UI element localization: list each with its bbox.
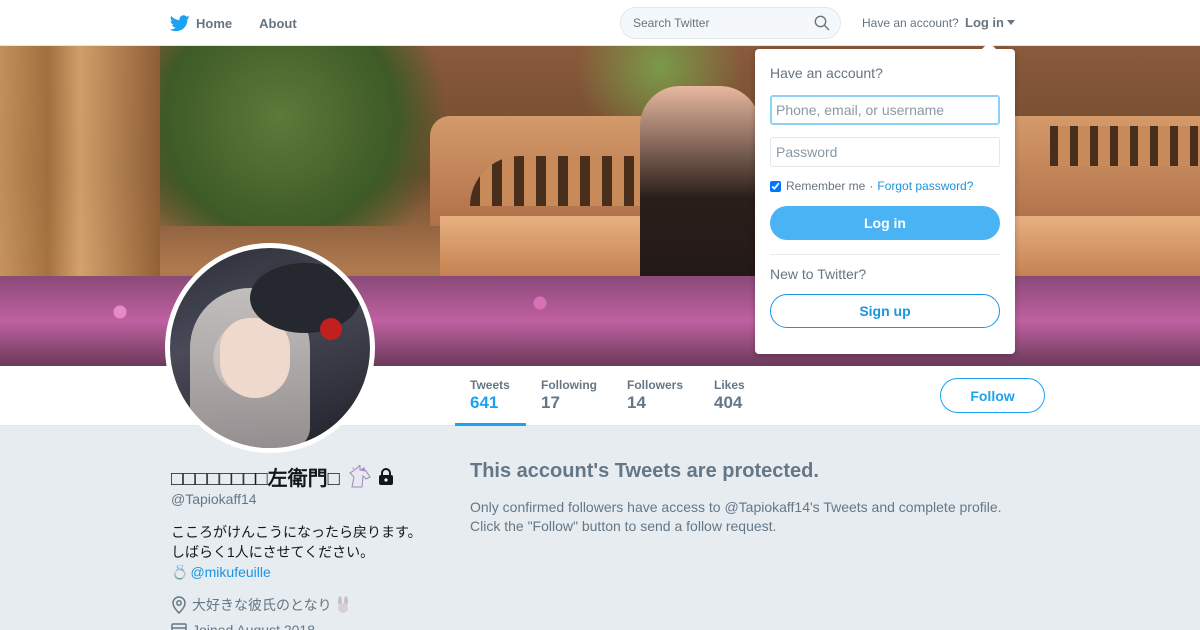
avatar-hat (250, 263, 360, 333)
profile-name[interactable]: □□□□□□□□左衛門□ (171, 462, 394, 491)
bio-line: こころがけんこうになったら戻ります。 (171, 524, 422, 540)
nav-home-label: Home (196, 15, 233, 31)
login-panel-title: Have an account? (770, 65, 883, 81)
profile-name-text: □□□□□□□□左衛門□ (171, 468, 340, 490)
divider (770, 254, 1000, 255)
tab-likes[interactable]: Likes 404 (699, 366, 760, 426)
protected-message: Only confirmed followers have access to … (470, 498, 1030, 536)
forgot-password-link[interactable]: Forgot password? (877, 179, 973, 193)
nav-home[interactable]: Home (170, 14, 233, 32)
lock-icon (378, 468, 393, 485)
signup-button[interactable]: Sign up (770, 294, 1000, 328)
bio-line: しばらく1人にさせてください。 (171, 544, 375, 560)
protected-title: This account's Tweets are protected. (470, 460, 819, 482)
calendar-icon (171, 623, 187, 630)
protected-line: Only confirmed followers have access to … (470, 499, 1002, 515)
profile-bio: こころがけんこうになったら戻ります。 しばらく1人にさせてください。 💍 @mi… (171, 522, 422, 582)
mention-link[interactable]: @mikufeuille (190, 562, 270, 582)
avatar-face (220, 318, 290, 398)
login-dropdown: Have an account? Remember me · Forgot pa… (755, 42, 1015, 354)
nav-about-label: About (259, 15, 297, 31)
caret-down-icon (1007, 20, 1015, 25)
new-to-twitter-text: New to Twitter? (770, 266, 867, 282)
protected-line: Click the "Follow" button to send a foll… (470, 518, 777, 534)
stat-label: Likes (714, 378, 745, 392)
stat-label: Followers (627, 378, 684, 392)
nav-left: Home About (170, 0, 324, 46)
stat-label: Tweets (470, 378, 510, 392)
tab-following[interactable]: Following 17 (526, 366, 612, 426)
profile-handle[interactable]: @Tapiokaff14 (171, 491, 257, 507)
stat-value: 641 (470, 393, 499, 412)
ring-icon: 💍 (171, 564, 189, 580)
twitter-bird-icon (170, 14, 190, 31)
search-box[interactable] (620, 7, 841, 39)
banner-foliage (160, 46, 460, 226)
location-text: 大好きな彼氏のとなり (192, 597, 332, 613)
profile-location: 大好きな彼氏のとなり (171, 595, 357, 615)
stat-value: 14 (627, 393, 646, 412)
search-icon[interactable] (814, 15, 830, 31)
login-toggle-label: Log in (965, 15, 1004, 30)
avatar[interactable] (165, 243, 375, 453)
top-navigation-bar: Home About Have an account? Log in (0, 0, 1200, 46)
banner-bench-slats-right (1050, 126, 1200, 166)
tab-followers[interactable]: Followers 14 (612, 366, 698, 426)
joined-text: Joined August 2018 (192, 622, 315, 630)
stat-value: 17 (541, 393, 560, 412)
avatar-rose (320, 318, 342, 340)
tab-tweets[interactable]: Tweets 641 (455, 366, 526, 426)
remember-row: Remember me · Forgot password? (770, 179, 1000, 193)
remember-me-label[interactable]: Remember me (786, 179, 865, 193)
unicorn-icon (348, 464, 371, 487)
bio-mention-row: 💍 @mikufeuille (171, 562, 422, 582)
have-account-text: Have an account? (862, 16, 959, 30)
location-pin-icon (172, 596, 186, 614)
profile-joined: Joined August 2018 (171, 622, 315, 630)
stat-label: Following (541, 378, 597, 392)
search-input[interactable] (633, 16, 803, 30)
password-field[interactable] (770, 137, 1000, 167)
username-field[interactable] (770, 95, 1000, 125)
login-button[interactable]: Log in (770, 206, 1000, 240)
follow-button[interactable]: Follow (940, 378, 1045, 413)
login-dropdown-toggle[interactable]: Log in (965, 15, 1015, 30)
nav-about[interactable]: About (259, 16, 297, 31)
rabbit-icon (337, 596, 348, 613)
stat-value: 404 (714, 393, 743, 412)
remember-me-checkbox[interactable] (770, 180, 781, 192)
separator-dot: · (869, 179, 874, 193)
